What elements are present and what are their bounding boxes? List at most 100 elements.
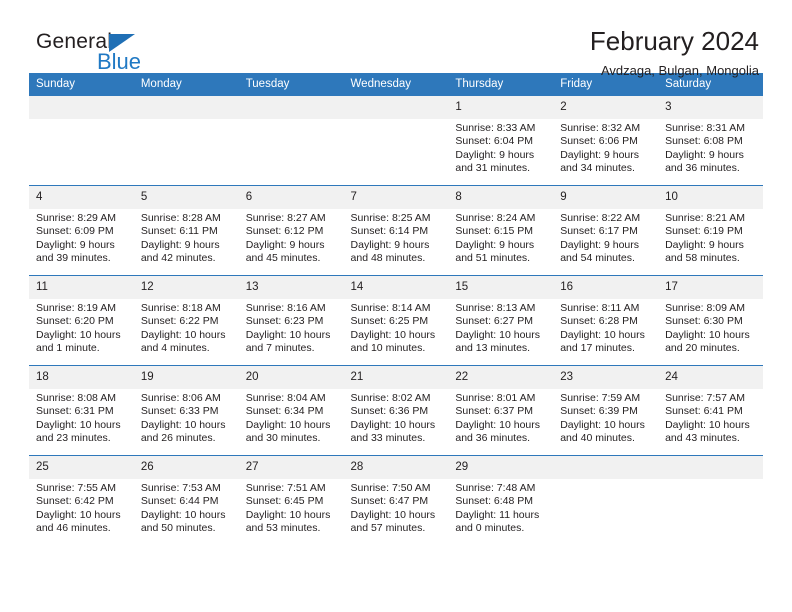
day-info-line: Daylight: 10 hours xyxy=(140,328,226,341)
calendar-day-cell[interactable]: 27 Sunrise: 7:51 AM Sunset: 6:45 PM Dayligh… xyxy=(238,455,344,545)
day-info-line: Sunrise: 8:21 AM xyxy=(665,212,746,224)
day-number xyxy=(133,96,239,119)
day-info-line: Daylight: 9 hours xyxy=(245,238,325,251)
day-info-line: Sunset: 6:20 PM xyxy=(36,315,114,328)
calendar-day-cell[interactable]: 26 Sunrise: 7:53 AM Sunset: 6:44 PM Dayligh… xyxy=(133,455,239,545)
day-info-line: and 26 minutes. xyxy=(140,432,216,445)
calendar-day-cell[interactable]: 19 Sunrise: 8:06 AM Sunset: 6:33 PM Dayligh… xyxy=(133,365,239,456)
day-info-line: and 23 minutes. xyxy=(36,432,111,445)
calendar-day-cell[interactable]: 29 Sunrise: 7:48 AM Sunset: 6:48 PM Dayligh… xyxy=(448,455,554,545)
calendar-week-row: 4 Sunrise: 8:29 AM Sunset: 6:09 PM Daylight… xyxy=(29,185,763,276)
calendar-day-cell[interactable]: 2 Sunrise: 8:32 AM Sunset: 6:06 PM Daylight… xyxy=(553,96,659,186)
day-number: 5 xyxy=(133,186,239,209)
calendar-day-cell[interactable]: 13 Sunrise: 8:16 AM Sunset: 6:23 PM Dayligh… xyxy=(238,275,344,366)
logo-text-blue: Blue xyxy=(97,49,142,74)
calendar-day-cell[interactable]: 28 Sunrise: 7:50 AM Sunset: 6:47 PM Dayligh… xyxy=(343,455,449,545)
calendar-day-cell[interactable]: 20 Sunrise: 8:04 AM Sunset: 6:34 PM Dayligh… xyxy=(238,365,344,456)
day-info-line: and 54 minutes. xyxy=(560,252,635,265)
day-info-line: and 13 minutes. xyxy=(455,342,531,355)
day-info-line: Daylight: 11 hours xyxy=(455,508,540,521)
day-sun-info: Sunrise: 8:14 AM Sunset: 6:25 PM Daylight:… xyxy=(344,299,449,356)
calendar-day-cell[interactable]: 8 Sunrise: 8:24 AM Sunset: 6:15 PM Daylight… xyxy=(448,185,554,276)
day-sun-info: Sunrise: 8:25 AM Sunset: 6:14 PM Daylight:… xyxy=(344,209,449,266)
day-sun-info: Sunrise: 7:51 AM Sunset: 6:45 PM Daylight:… xyxy=(239,479,344,536)
day-info-line: Sunrise: 8:19 AM xyxy=(36,302,116,314)
day-number: 19 xyxy=(133,366,239,389)
calendar-empty-cell xyxy=(553,455,659,545)
calendar-day-cell[interactable]: 11 Sunrise: 8:19 AM Sunset: 6:20 PM Dayligh… xyxy=(29,275,134,366)
day-sun-info: Sunrise: 7:57 AM Sunset: 6:41 PM Daylight:… xyxy=(658,389,763,446)
calendar-day-cell[interactable]: 24 Sunrise: 7:57 AM Sunset: 6:41 PM Dayligh… xyxy=(658,365,763,456)
general-blue-logo[interactable]: General Blue xyxy=(36,30,276,78)
day-info-line: and 50 minutes. xyxy=(140,522,216,535)
calendar-day-cell[interactable]: 7 Sunrise: 8:25 AM Sunset: 6:14 PM Daylight… xyxy=(343,185,449,276)
day-info-line: Daylight: 10 hours xyxy=(455,418,541,431)
calendar-day-cell[interactable]: 9 Sunrise: 8:22 AM Sunset: 6:17 PM Daylight… xyxy=(553,185,659,276)
day-info-line: and 45 minutes. xyxy=(245,252,321,265)
calendar-day-cell[interactable]: 18 Sunrise: 8:08 AM Sunset: 6:31 PM Dayligh… xyxy=(29,365,134,456)
day-info-line: Daylight: 10 hours xyxy=(140,508,226,521)
day-number: 16 xyxy=(553,276,659,299)
page-header: General Blue February 2024 Avdzaga, Bulg… xyxy=(29,0,763,78)
calendar-week-row: 18 Sunrise: 8:08 AM Sunset: 6:31 PM Dayligh… xyxy=(29,365,763,456)
calendar-day-cell[interactable]: 4 Sunrise: 8:29 AM Sunset: 6:09 PM Daylight… xyxy=(29,185,134,276)
day-info-line: Daylight: 10 hours xyxy=(245,418,331,431)
day-info-line: Sunrise: 8:29 AM xyxy=(36,212,116,224)
day-number: 7 xyxy=(343,186,449,209)
day-info-line: Sunset: 6:04 PM xyxy=(455,135,534,148)
calendar-day-cell[interactable]: 1 Sunrise: 8:33 AM Sunset: 6:04 PM Daylight… xyxy=(448,96,554,186)
day-sun-info: Sunrise: 8:33 AM Sunset: 6:04 PM Daylight:… xyxy=(448,119,553,176)
day-info-line: Daylight: 10 hours xyxy=(36,328,121,341)
day-info-line: Sunrise: 8:13 AM xyxy=(455,302,536,314)
calendar-day-cell[interactable]: 21 Sunrise: 8:02 AM Sunset: 6:36 PM Dayligh… xyxy=(343,365,449,456)
day-number: 20 xyxy=(238,366,344,389)
calendar-day-cell[interactable]: 12 Sunrise: 8:18 AM Sunset: 6:22 PM Dayligh… xyxy=(133,275,239,366)
day-info-line: Daylight: 10 hours xyxy=(560,328,645,341)
calendar-day-cell[interactable]: 25 Sunrise: 7:55 AM Sunset: 6:42 PM Dayligh… xyxy=(29,455,134,545)
day-sun-info: Sunrise: 8:04 AM Sunset: 6:34 PM Daylight:… xyxy=(239,389,344,446)
day-info-line: Sunset: 6:37 PM xyxy=(455,405,534,418)
day-info-line: and 53 minutes. xyxy=(245,522,321,535)
day-info-line: Sunrise: 8:14 AM xyxy=(350,302,431,314)
day-number: 9 xyxy=(553,186,659,209)
day-number: 3 xyxy=(658,96,763,119)
day-info-line: Daylight: 9 hours xyxy=(455,238,535,251)
day-number: 2 xyxy=(553,96,659,119)
day-info-line: and 46 minutes. xyxy=(36,522,111,535)
calendar-day-cell[interactable]: 22 Sunrise: 8:01 AM Sunset: 6:37 PM Dayligh… xyxy=(448,365,554,456)
day-info-line: Sunrise: 7:57 AM xyxy=(665,392,746,404)
day-info-line: Daylight: 9 hours xyxy=(665,148,744,161)
day-info-line: Sunset: 6:42 PM xyxy=(36,495,114,508)
calendar-day-cell[interactable]: 10 Sunrise: 8:21 AM Sunset: 6:19 PM Dayligh… xyxy=(658,185,763,276)
day-info-line: and 42 minutes. xyxy=(140,252,216,265)
day-info-line: Sunrise: 7:55 AM xyxy=(36,482,116,494)
calendar-day-cell[interactable]: 17 Sunrise: 8:09 AM Sunset: 6:30 PM Dayligh… xyxy=(658,275,763,366)
calendar-body: 1 Sunrise: 8:33 AM Sunset: 6:04 PM Daylight… xyxy=(29,96,763,545)
calendar-week-row: 11 Sunrise: 8:19 AM Sunset: 6:20 PM Dayligh… xyxy=(29,275,763,366)
day-info-line: and 40 minutes. xyxy=(560,432,635,445)
day-sun-info: Sunrise: 8:11 AM Sunset: 6:28 PM Daylight:… xyxy=(553,299,658,356)
day-info-line: Daylight: 10 hours xyxy=(665,328,750,341)
day-number: 4 xyxy=(29,186,134,209)
calendar-week-row: 1 Sunrise: 8:33 AM Sunset: 6:04 PM Daylight… xyxy=(29,96,763,186)
calendar-empty-cell xyxy=(133,96,239,186)
calendar-day-cell[interactable]: 5 Sunrise: 8:28 AM Sunset: 6:11 PM Daylight… xyxy=(133,185,239,276)
day-info-line: Daylight: 10 hours xyxy=(140,418,226,431)
day-sun-info: Sunrise: 8:13 AM Sunset: 6:27 PM Daylight:… xyxy=(448,299,553,356)
calendar-day-cell[interactable]: 14 Sunrise: 8:14 AM Sunset: 6:25 PM Dayligh… xyxy=(343,275,449,366)
calendar-day-cell[interactable]: 23 Sunrise: 7:59 AM Sunset: 6:39 PM Dayligh… xyxy=(553,365,659,456)
calendar-day-cell[interactable]: 15 Sunrise: 8:13 AM Sunset: 6:27 PM Dayligh… xyxy=(448,275,554,366)
calendar-day-cell[interactable]: 16 Sunrise: 8:11 AM Sunset: 6:28 PM Dayligh… xyxy=(553,275,659,366)
page-subtitle: Avdzaga, Bulgan, Mongolia xyxy=(600,63,759,78)
weekday-header-wednesday: Wednesday xyxy=(343,73,449,96)
day-number: 23 xyxy=(553,366,659,389)
calendar-day-cell[interactable]: 6 Sunrise: 8:27 AM Sunset: 6:12 PM Daylight… xyxy=(238,185,344,276)
day-info-line: Sunrise: 8:22 AM xyxy=(560,212,641,224)
day-info-line: Sunset: 6:11 PM xyxy=(140,225,218,238)
day-number: 26 xyxy=(133,456,239,479)
day-sun-info: Sunrise: 7:55 AM Sunset: 6:42 PM Daylight:… xyxy=(29,479,134,536)
calendar-day-cell[interactable]: 3 Sunrise: 8:31 AM Sunset: 6:08 PM Daylight… xyxy=(658,96,763,186)
day-info-line: Sunset: 6:15 PM xyxy=(455,225,534,238)
day-info-line: Sunrise: 7:50 AM xyxy=(350,482,431,494)
day-info-line: and 17 minutes. xyxy=(560,342,635,355)
